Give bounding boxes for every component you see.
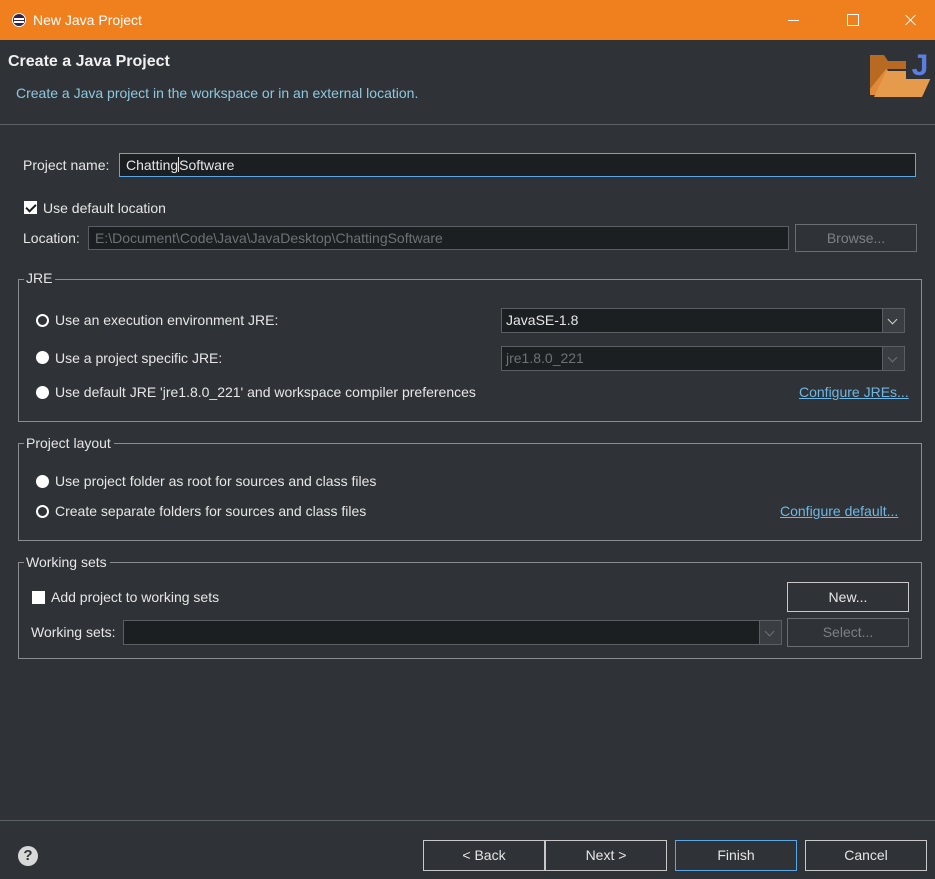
finish-button[interactable]: Finish xyxy=(675,840,797,871)
configure-jres-link[interactable]: Configure JREs... xyxy=(799,384,909,400)
back-button[interactable]: < Back xyxy=(423,840,545,871)
cancel-button[interactable]: Cancel xyxy=(805,840,927,871)
working-sets-label: Working sets: xyxy=(31,624,116,640)
location-input[interactable]: E:\Document\Code\Java\JavaDesktop\Chatti… xyxy=(88,226,789,250)
use-default-location-checkbox[interactable] xyxy=(24,201,37,214)
default-jre-radio[interactable] xyxy=(36,386,49,399)
eclipse-icon xyxy=(12,13,26,27)
project-layout-group-title: Project layout xyxy=(24,435,114,451)
use-default-location-label: Use default location xyxy=(43,200,166,216)
project-specific-jre-label: Use a project specific JRE: xyxy=(55,350,223,366)
window-titlebar[interactable]: New Java Project xyxy=(0,0,935,40)
add-to-working-sets-checkbox[interactable] xyxy=(32,591,45,604)
execution-environment-label: Use an execution environment JRE: xyxy=(55,312,279,328)
browse-button[interactable]: Browse... xyxy=(795,224,917,252)
project-folder-root-radio[interactable] xyxy=(36,475,49,488)
jre-group-title: JRE xyxy=(24,270,56,286)
minimize-button[interactable] xyxy=(770,0,816,40)
help-icon[interactable]: ? xyxy=(18,846,38,866)
next-button[interactable]: Next > xyxy=(545,840,667,871)
java-project-wizard-icon: J xyxy=(870,45,935,97)
close-button[interactable] xyxy=(888,0,934,40)
project-layout-group xyxy=(18,443,922,541)
project-name-input[interactable]: ChattingSoftware xyxy=(119,153,916,177)
project-specific-jre-select[interactable]: jre1.8.0_221 xyxy=(501,346,905,371)
project-folder-root-label: Use project folder as root for sources a… xyxy=(55,473,377,489)
execution-environment-radio[interactable] xyxy=(36,314,49,327)
new-working-set-button[interactable]: New... xyxy=(787,582,909,612)
separate-folders-radio[interactable] xyxy=(36,505,49,518)
working-sets-select[interactable] xyxy=(123,620,782,645)
project-name-text-end: Software xyxy=(179,157,235,173)
execution-environment-value: JavaSE-1.8 xyxy=(506,312,579,328)
chevron-down-icon xyxy=(882,347,904,370)
footer-divider xyxy=(0,820,935,821)
separate-folders-label: Create separate folders for sources and … xyxy=(55,503,367,519)
maximize-button[interactable] xyxy=(829,0,875,40)
configure-default-link[interactable]: Configure default... xyxy=(780,503,898,519)
default-jre-label: Use default JRE 'jre1.8.0_221' and works… xyxy=(55,384,476,400)
window-title: New Java Project xyxy=(33,12,142,28)
execution-environment-select[interactable]: JavaSE-1.8 xyxy=(501,308,905,333)
location-label: Location: xyxy=(23,230,80,246)
project-name-label: Project name: xyxy=(23,157,110,173)
working-sets-group-title: Working sets xyxy=(24,554,110,570)
chevron-down-icon xyxy=(759,621,781,644)
svg-text:J: J xyxy=(912,49,929,82)
project-specific-jre-value: jre1.8.0_221 xyxy=(506,350,584,366)
add-to-working-sets-label: Add project to working sets xyxy=(51,589,220,605)
project-name-text-start: Chatting xyxy=(126,157,179,173)
wizard-banner: Create a Java Project Create a Java proj… xyxy=(0,40,935,125)
page-title: Create a Java Project xyxy=(8,53,170,70)
project-specific-jre-radio[interactable] xyxy=(36,351,49,364)
chevron-down-icon xyxy=(882,309,904,332)
select-working-sets-button[interactable]: Select... xyxy=(787,618,909,647)
page-description: Create a Java project in the workspace o… xyxy=(16,85,419,101)
